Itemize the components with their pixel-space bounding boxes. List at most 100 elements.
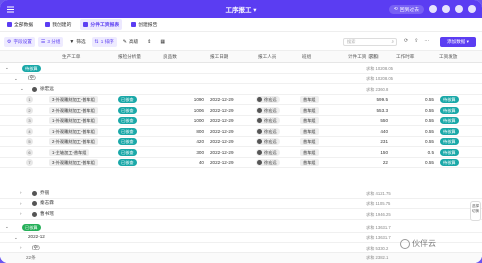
rate-cell[interactable]: 0.5	[412, 150, 434, 155]
filter-button[interactable]: ▼ 筛选	[66, 37, 88, 47]
date-cell[interactable]: 2022-12-29	[210, 118, 234, 123]
chevron-down-icon[interactable]: ⌄	[5, 65, 9, 71]
tab-create-report[interactable]: 创建报告	[128, 19, 160, 30]
wage-status-tag[interactable]: 待核算	[440, 106, 459, 114]
add-data-button[interactable]: 添加数据 ▾	[440, 37, 476, 47]
qty-cell[interactable]: 1090	[178, 97, 204, 102]
wage-status-tag[interactable]: 待核算	[440, 127, 459, 135]
rate-cell[interactable]: 0.55	[412, 97, 434, 102]
side-panel-toggle[interactable]: 选择 切换	[470, 201, 481, 221]
table-row[interactable]: 5 2-外观雕刻加工-普车组 已核查 420 2022-12-29 徐宏远 普车…	[0, 137, 482, 147]
qty-cell[interactable]: 1006	[178, 108, 204, 113]
search-input[interactable]: 搜索 ⌕	[343, 38, 397, 46]
wage-cell[interactable]: 22	[362, 160, 388, 165]
wage-status-tag[interactable]: 待核算	[440, 159, 459, 166]
qty-cell[interactable]: 420	[178, 139, 204, 144]
wage-cell[interactable]: 150	[362, 150, 388, 155]
wage-cell[interactable]: 599.5	[362, 97, 389, 102]
tab-my-created[interactable]: 我创建的	[42, 19, 74, 30]
refresh-icon[interactable]: ⟳	[404, 38, 408, 44]
share-icon[interactable]: ⇪	[414, 38, 418, 44]
table-row[interactable]: 3 1-外观雕刻加工-普车组 已核查 1000 2022-12-29 徐宏远 普…	[0, 116, 482, 126]
chevron-right-icon[interactable]: ›	[20, 190, 22, 195]
group-row[interactable]: ⌄ 徐宏远 求和 2360.8	[0, 84, 482, 95]
rate-cell[interactable]: 0.55	[412, 108, 434, 113]
chevron-right-icon[interactable]: ›	[20, 201, 22, 206]
user-icon[interactable]	[442, 5, 450, 13]
reporter-chip[interactable]: 徐宏远	[256, 117, 280, 124]
wage-cell[interactable]: 231	[362, 139, 388, 144]
work-order-chip[interactable]: 1-主轴加工-普车组	[49, 148, 90, 156]
history-button[interactable]: ⟲ 回到过去	[388, 4, 424, 14]
row-height-button[interactable]: ⇕	[144, 37, 154, 47]
date-cell[interactable]: 2022-12-29	[210, 97, 234, 102]
more-button[interactable]: ▦	[157, 37, 168, 47]
column-header-team[interactable]: 班组	[302, 54, 311, 60]
qty-cell[interactable]: 800	[178, 129, 204, 134]
group-row[interactable]: › 秦志霖 求和 1105.75	[0, 199, 482, 209]
wage-status-tag[interactable]: 待核算	[440, 117, 459, 124]
wage-status-tag[interactable]: 待核算	[440, 96, 459, 103]
column-header-reporter[interactable]: 报工人员	[258, 54, 276, 60]
rate-cell[interactable]: 0.55	[412, 118, 434, 123]
table-row[interactable]: 2 2-外观雕刻加工-普车组 已核查 1006 2022-12-29 徐宏远 普…	[0, 105, 482, 116]
qty-cell[interactable]: 300	[178, 150, 204, 155]
qty-cell[interactable]: 1000	[178, 118, 204, 123]
group-row[interactable]: › 曹书瑶 求和 1946.25	[0, 209, 482, 220]
close-icon[interactable]	[468, 5, 476, 13]
work-order-chip[interactable]: 1-外观雕刻加工-普车组	[49, 127, 98, 135]
date-cell[interactable]: 2022-12-29	[210, 129, 234, 134]
column-header-qty[interactable]: 良品数	[163, 54, 177, 60]
tab-all-data[interactable]: 全部数据	[4, 19, 36, 30]
rate-cell[interactable]: 0.55	[412, 129, 434, 134]
sort-button[interactable]: ⇅ 1 排序	[91, 36, 117, 47]
chevron-right-icon[interactable]: ›	[20, 245, 22, 250]
work-order-chip[interactable]: 2-外观雕刻加工-普车组	[49, 138, 98, 145]
tab-piece-wage-report[interactable]: 分件工资报表	[80, 19, 123, 30]
reporter-chip[interactable]: 徐宏远	[256, 106, 280, 114]
date-cell[interactable]: 2022-12-29	[210, 150, 234, 155]
group-row[interactable]: ⌄ 已核算 求和 13631.7	[0, 222, 482, 233]
wage-cell[interactable]: 553.3	[362, 108, 389, 113]
table-row[interactable]: 4 1-外观雕刻加工-普车组 已核查 800 2022-12-29 徐宏远 普车…	[0, 126, 482, 137]
reporter-chip[interactable]: 徐宏远	[256, 159, 280, 166]
reporter-chip[interactable]: 徐宏远	[256, 138, 280, 145]
table-row[interactable]: 6 1-主轴加工-普车组 已核查 300 2022-12-29 徐宏远 普车组 …	[0, 147, 482, 158]
date-cell[interactable]: 2022-12-29	[210, 160, 234, 165]
column-header-report-date[interactable]: 报工日期	[210, 54, 228, 60]
group-button[interactable]: ☰ 3 分组	[37, 36, 64, 47]
wage-status-tag[interactable]: 待核算	[440, 138, 459, 145]
group-row[interactable]: ⌄ 待核算 求和 10208.05	[0, 63, 482, 74]
chevron-down-icon[interactable]: ⌄	[5, 224, 9, 230]
team-chip[interactable]: 普车组	[300, 106, 319, 114]
work-order-chip[interactable]: 2-外观雕刻加工-普车组	[49, 106, 98, 114]
table-row[interactable]: 1 3-外观雕刻加工-普车组 已核查 1090 2022-12-29 徐宏远 普…	[0, 95, 482, 105]
field-settings-button[interactable]: ⚙ 字段设置	[4, 36, 35, 47]
column-header-process-tag[interactable]: 报检分析量	[118, 54, 141, 60]
team-chip[interactable]: 普车组	[300, 127, 319, 135]
reporter-chip[interactable]: 徐宏远	[256, 127, 280, 135]
chevron-right-icon[interactable]: ›	[20, 211, 22, 216]
wage-cell[interactable]: 550	[362, 118, 388, 123]
reporter-chip[interactable]: 徐宏远	[256, 148, 280, 156]
table-row[interactable]: 7 3-外观雕刻加工-普车组 已核查 40 2022-12-29 徐宏远 普车组…	[0, 158, 482, 168]
chevron-down-icon[interactable]: ⌄	[14, 235, 18, 241]
column-header-status[interactable]: 工资发放	[439, 54, 457, 60]
group-row[interactable]: ⌄ (空) 求和 10208.05	[0, 74, 482, 84]
team-chip[interactable]: 普车组	[300, 138, 319, 145]
team-chip[interactable]: 普车组	[300, 117, 319, 124]
info-icon[interactable]	[455, 5, 463, 13]
column-header-work-order[interactable]: 生产工单	[62, 54, 80, 60]
qty-cell[interactable]: 40	[178, 160, 204, 165]
chevron-down-icon[interactable]: ⌄	[20, 86, 24, 92]
chevron-down-icon[interactable]: ⌄	[14, 76, 18, 82]
work-order-chip[interactable]: 1-外观雕刻加工-普车组	[49, 117, 98, 124]
reporter-chip[interactable]: 徐宏远	[256, 96, 280, 103]
group-row[interactable]: › 乔丽 求和 4121.75	[0, 188, 482, 199]
wage-cell[interactable]: 440	[362, 129, 388, 134]
rate-cell[interactable]: 0.55	[412, 160, 434, 165]
highlight-button[interactable]: ✎ 高级	[120, 37, 141, 47]
date-cell[interactable]: 2022-12-29	[210, 108, 234, 113]
rate-cell[interactable]: 0.55	[412, 139, 434, 144]
team-chip[interactable]: 普车组	[300, 159, 319, 166]
